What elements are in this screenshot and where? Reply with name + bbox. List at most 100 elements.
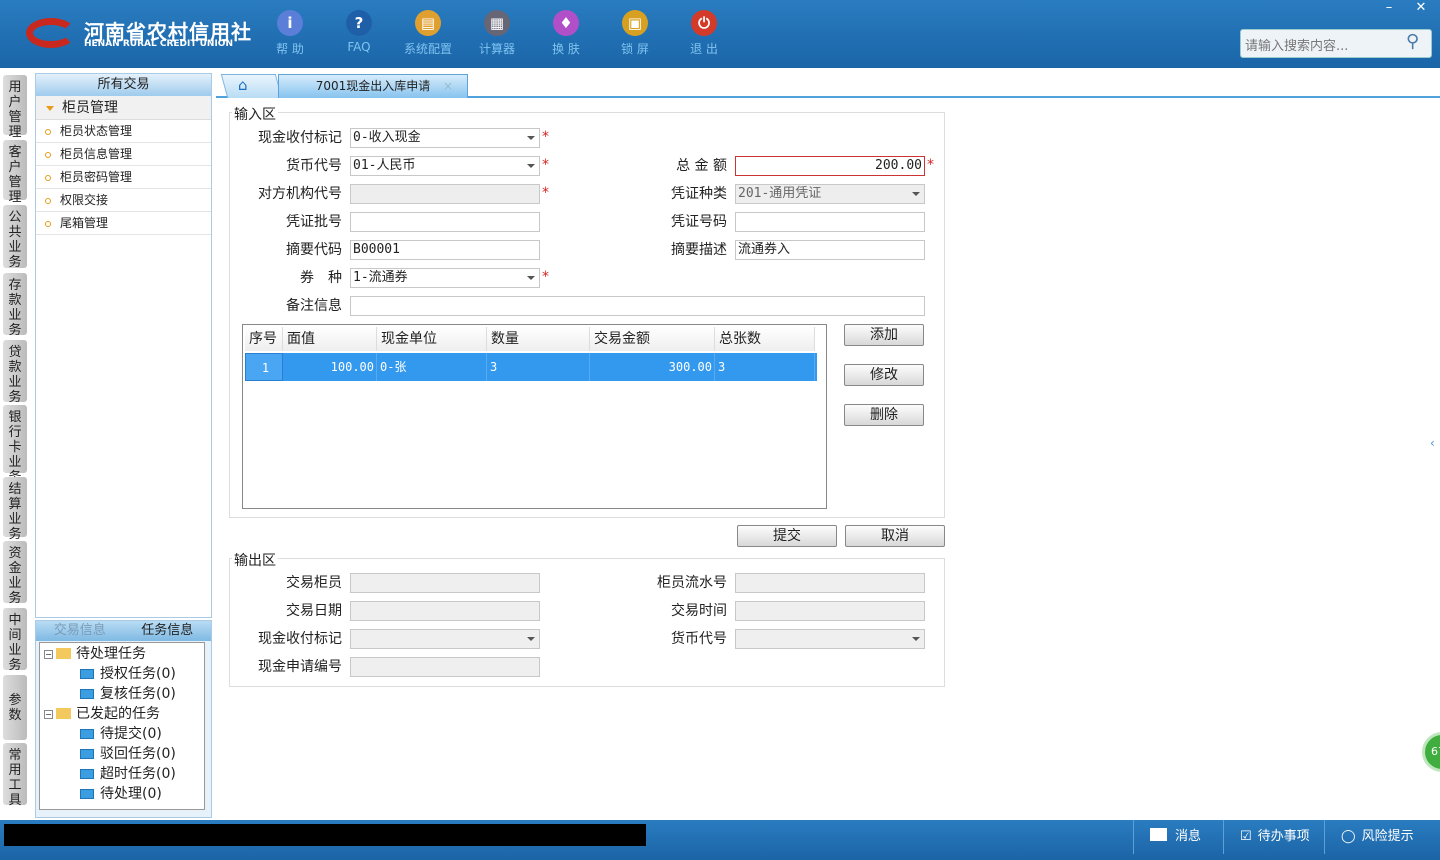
menu-item[interactable]: 柜员信息管理	[36, 143, 211, 166]
vtab-5[interactable]: 银行卡业务	[3, 405, 27, 485]
chevron-down-icon[interactable]	[527, 136, 535, 144]
tree-node[interactable]: 复核任务(0)	[80, 684, 176, 704]
out-serial-field	[735, 573, 925, 593]
tab-close-icon[interactable]: ×	[443, 75, 453, 97]
chevron-down-icon[interactable]	[912, 192, 920, 200]
counter_org-field[interactable]	[350, 184, 540, 204]
voucher_no-label: 凭证号码	[671, 214, 727, 230]
vtab-4[interactable]: 贷款业务	[3, 340, 27, 405]
column-header[interactable]: 总张数	[715, 327, 815, 351]
vtab-10[interactable]: 常用工具	[3, 743, 27, 808]
delete-button[interactable]: 删除	[844, 404, 924, 426]
menu-group-teller[interactable]: 柜员管理	[36, 96, 211, 120]
floating-badge[interactable]: 67	[1422, 732, 1440, 772]
table-row[interactable]: 1 100.00 0-张 3 300.00 3	[245, 353, 817, 381]
menu-item[interactable]: 柜员状态管理	[36, 120, 211, 143]
column-header[interactable]: 现金单位	[377, 327, 487, 351]
tree-node[interactable]: 超时任务(0)	[80, 764, 176, 784]
search-icon[interactable]: ⚲	[1406, 31, 1419, 52]
tree-node[interactable]: 待处理(0)	[80, 784, 162, 804]
modify-button[interactable]: 修改	[844, 364, 924, 386]
tree-node[interactable]: 授权任务(0)	[80, 664, 176, 684]
collapse-icon[interactable]: −	[44, 650, 53, 659]
required-mark: *	[542, 129, 549, 145]
vtab-1[interactable]: 客户管理	[3, 140, 27, 205]
collapse-arrow-icon[interactable]: ‹	[1430, 436, 1435, 450]
voucher_batch-field[interactable]	[350, 212, 540, 232]
search-input[interactable]: 请输入搜索内容...	[1240, 29, 1432, 58]
tool-0-button[interactable]: i 帮 助	[260, 10, 320, 57]
tab-7001[interactable]: 7001现金出入库申请 ×	[278, 74, 468, 98]
todo-button[interactable]: ☑ 待办事项	[1223, 820, 1323, 854]
tree-node-label: 复核任务(0)	[100, 686, 176, 702]
vtab-label: 客户管理	[8, 145, 22, 205]
column-header[interactable]: 序号	[245, 327, 283, 351]
tree-node[interactable]: 待提交(0)	[80, 724, 162, 744]
messages-button[interactable]: 消息	[1133, 820, 1223, 854]
tool-5-button[interactable]: ▣ 锁 屏	[605, 10, 665, 57]
risk-label: 风险提示	[1361, 829, 1414, 844]
tab-task-info[interactable]: 任务信息	[124, 621, 212, 641]
chevron-down-icon[interactable]	[527, 276, 535, 284]
tool-3-button[interactable]: ▦ 计算器	[467, 10, 527, 57]
output-section-title: 输出区	[232, 550, 278, 570]
out-currency-field	[735, 629, 925, 649]
column-header[interactable]: 数量	[487, 327, 590, 351]
tool-6-button[interactable]: ⏻ 退 出	[674, 10, 734, 57]
add-button[interactable]: 添加	[844, 324, 924, 346]
vtab-label: 公共业务	[8, 210, 22, 270]
vtab-3[interactable]: 存款业务	[3, 273, 27, 338]
vtab-8[interactable]: 中间业务	[3, 608, 27, 673]
currency-field[interactable]: 01-人民币	[350, 156, 540, 176]
home-icon[interactable]: ⌂	[238, 76, 248, 94]
folder-icon	[80, 769, 94, 779]
tool-1-button[interactable]: ? FAQ	[329, 10, 389, 54]
out-teller-label: 交易柜员	[286, 575, 342, 591]
collapse-icon[interactable]: −	[44, 710, 53, 719]
chevron-down-icon[interactable]	[527, 164, 535, 172]
status-bar: 消息 ☑ 待办事项 ◯ 风险提示	[0, 820, 1440, 860]
table-cell: 3	[487, 353, 590, 381]
menu-item[interactable]: 柜员密码管理	[36, 166, 211, 189]
summary_code-field[interactable]: B00001	[350, 240, 540, 260]
tool-4-button[interactable]: ♦ 换 肤	[536, 10, 596, 57]
remark-field[interactable]	[350, 296, 925, 316]
vtab-7[interactable]: 资金业务	[3, 541, 27, 606]
table-cell: 1	[245, 353, 283, 381]
folder-icon	[80, 669, 94, 679]
tree-node-pending[interactable]: − 待处理任务	[44, 644, 146, 664]
column-header[interactable]: 交易金额	[590, 327, 715, 351]
vtab-2[interactable]: 公共业务	[3, 205, 27, 270]
summary_desc-field[interactable]: 流通券入	[735, 240, 925, 260]
minimize-button[interactable]: –	[1374, 0, 1404, 18]
messages-label: 消息	[1175, 829, 1202, 844]
vtab-9[interactable]: 参数	[3, 675, 27, 740]
checkbox-icon: ☑	[1240, 829, 1252, 844]
tool-label: FAQ	[347, 40, 371, 54]
todo-label: 待办事项	[1257, 829, 1310, 844]
toolbox-icon: ▤	[415, 10, 441, 36]
menu-item[interactable]: 尾箱管理	[36, 212, 211, 235]
submit-button[interactable]: 提交	[737, 525, 837, 547]
close-button[interactable]: ✕	[1406, 0, 1436, 18]
menu-item[interactable]: 权限交接	[36, 189, 211, 212]
vtab-0[interactable]: 用户管理	[3, 75, 27, 140]
risk-button[interactable]: ◯ 风险提示	[1324, 820, 1440, 854]
chevron-down-icon	[912, 637, 920, 645]
out-time-field	[735, 601, 925, 621]
tree-node-started[interactable]: − 已发起的任务	[44, 704, 160, 724]
tree-node[interactable]: 驳回任务(0)	[80, 744, 176, 764]
coupon_type-label: 券 种	[300, 270, 342, 286]
total-field[interactable]: 200.00	[735, 156, 925, 176]
vtab-label: 中间业务	[8, 613, 22, 673]
tab-home[interactable]	[220, 74, 283, 98]
cash_flag-field[interactable]: 0-收入现金	[350, 128, 540, 148]
column-header[interactable]: 面值	[283, 327, 377, 351]
voucher_type-field[interactable]: 201-通用凭证	[735, 184, 925, 204]
tab-transaction-info[interactable]: 交易信息	[36, 621, 124, 641]
vtab-6[interactable]: 结算业务	[3, 477, 27, 542]
tool-2-button[interactable]: ▤ 系统配置	[398, 10, 458, 57]
cancel-button[interactable]: 取消	[845, 525, 945, 547]
voucher_no-field[interactable]	[735, 212, 925, 232]
coupon_type-field[interactable]: 1-流通券	[350, 268, 540, 288]
